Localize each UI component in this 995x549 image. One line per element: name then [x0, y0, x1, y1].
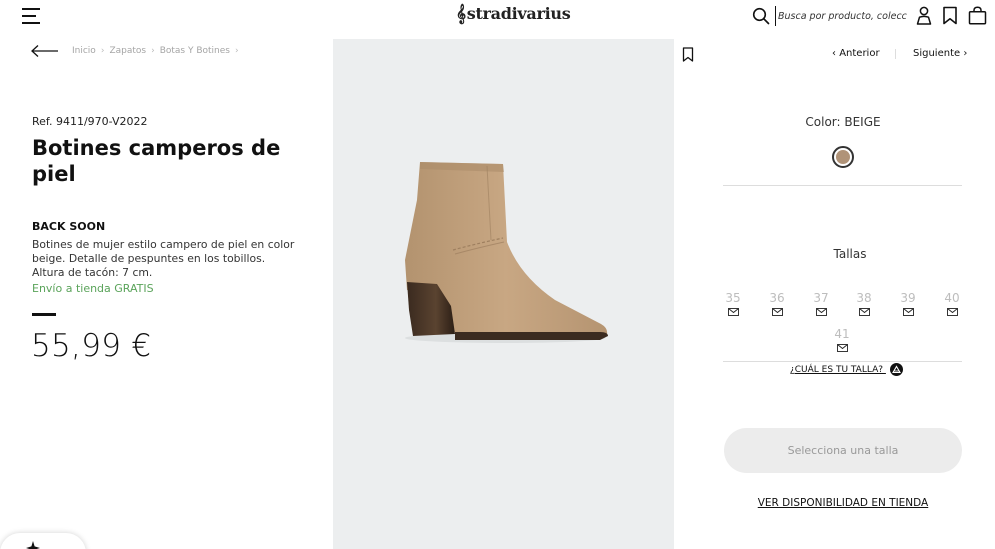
size-guide-link[interactable]: ¿CUÁL ES TU TALLA? [790, 363, 903, 378]
select-size-button[interactable]: Selecciona una talla [724, 428, 962, 473]
size-number: 39 [900, 291, 916, 305]
boot-image [405, 162, 608, 343]
product-price: 55,99 € [31, 328, 152, 364]
search-icon[interactable] [752, 7, 770, 25]
size-option-35[interactable]: 35 [721, 291, 745, 316]
sizes-label: Tallas [833, 247, 867, 261]
size-number: 38 [856, 291, 872, 305]
shopping-bag-icon[interactable] [968, 6, 987, 25]
back-arrow-icon[interactable] [30, 44, 60, 58]
notify-envelope-icon [836, 344, 848, 352]
price-divider [32, 313, 56, 316]
nav-divider [895, 49, 896, 59]
notify-envelope-icon [902, 308, 914, 316]
hamburger-menu-icon[interactable] [22, 7, 42, 25]
logo[interactable]: 𝄞stradivarius [456, 4, 571, 24]
size-number: 40 [944, 291, 960, 305]
chevron-right-icon: › [234, 46, 239, 56]
header: 𝄞stradivarius [0, 0, 995, 34]
product-bookmark-icon[interactable] [682, 47, 694, 62]
notify-envelope-icon [858, 308, 870, 316]
swatch-fill [836, 150, 850, 164]
size-option-37[interactable]: 37 [809, 291, 833, 316]
chat-widget[interactable] [0, 533, 86, 549]
breadcrumb: Inicio › Zapatos › Botas Y Botines › [72, 46, 244, 56]
divider [723, 361, 962, 362]
size-guide-label: ¿CUÁL ES TU TALLA? [790, 365, 884, 375]
size-number: 36 [769, 291, 785, 305]
clef-logo-icon: 𝄞 [456, 4, 466, 24]
notify-envelope-icon [815, 308, 827, 316]
breadcrumb-item[interactable]: Inicio [72, 46, 96, 56]
chevron-right-icon: › [100, 46, 105, 56]
notify-envelope-icon [771, 308, 783, 316]
product-ref: Ref. 9411/970-V2022 [32, 115, 148, 128]
color-label: Color: BEIGE [805, 115, 881, 129]
size-option-36[interactable]: 36 [765, 291, 789, 316]
breadcrumb-item[interactable]: Botas Y Botines [160, 46, 230, 56]
next-product-link[interactable]: Siguiente › [913, 48, 967, 59]
next-label: Siguiente [913, 48, 961, 59]
previous-product-link[interactable]: ‹ Anterior [832, 48, 880, 59]
shipping-info: Envío a tienda GRATIS [32, 282, 154, 295]
color-swatch-beige[interactable] [832, 146, 854, 168]
size-option-39[interactable]: 39 [896, 291, 920, 316]
sparkle-icon [26, 541, 40, 549]
search-input[interactable] [775, 6, 907, 26]
product-description: Botines de mujer estilo campero de piel … [32, 238, 295, 279]
size-number: 37 [813, 291, 829, 305]
chevron-left-icon: ‹ [832, 48, 836, 59]
notify-envelope-icon [946, 308, 958, 316]
ruler-icon [889, 363, 903, 376]
notify-envelope-icon [727, 308, 739, 316]
size-number: 35 [725, 291, 741, 305]
wishlist-bookmark-icon[interactable] [942, 6, 958, 25]
logo-text: stradivarius [466, 4, 571, 23]
breadcrumb-item[interactable]: Zapatos [109, 46, 146, 56]
size-option-40[interactable]: 40 [940, 291, 964, 316]
previous-label: Anterior [839, 48, 880, 59]
size-number: 41 [834, 327, 850, 341]
stock-status: BACK SOON [32, 220, 106, 233]
chevron-right-icon: › [151, 46, 155, 56]
size-option-38[interactable]: 38 [852, 291, 876, 316]
size-option-41[interactable]: 41 [830, 327, 854, 352]
user-icon[interactable] [915, 6, 933, 25]
store-availability-link[interactable]: VER DISPONIBILIDAD EN TIENDA [723, 497, 963, 509]
divider [723, 185, 962, 186]
chevron-right-icon: › [963, 48, 968, 59]
product-title: Botines camperos de piel [32, 136, 281, 186]
